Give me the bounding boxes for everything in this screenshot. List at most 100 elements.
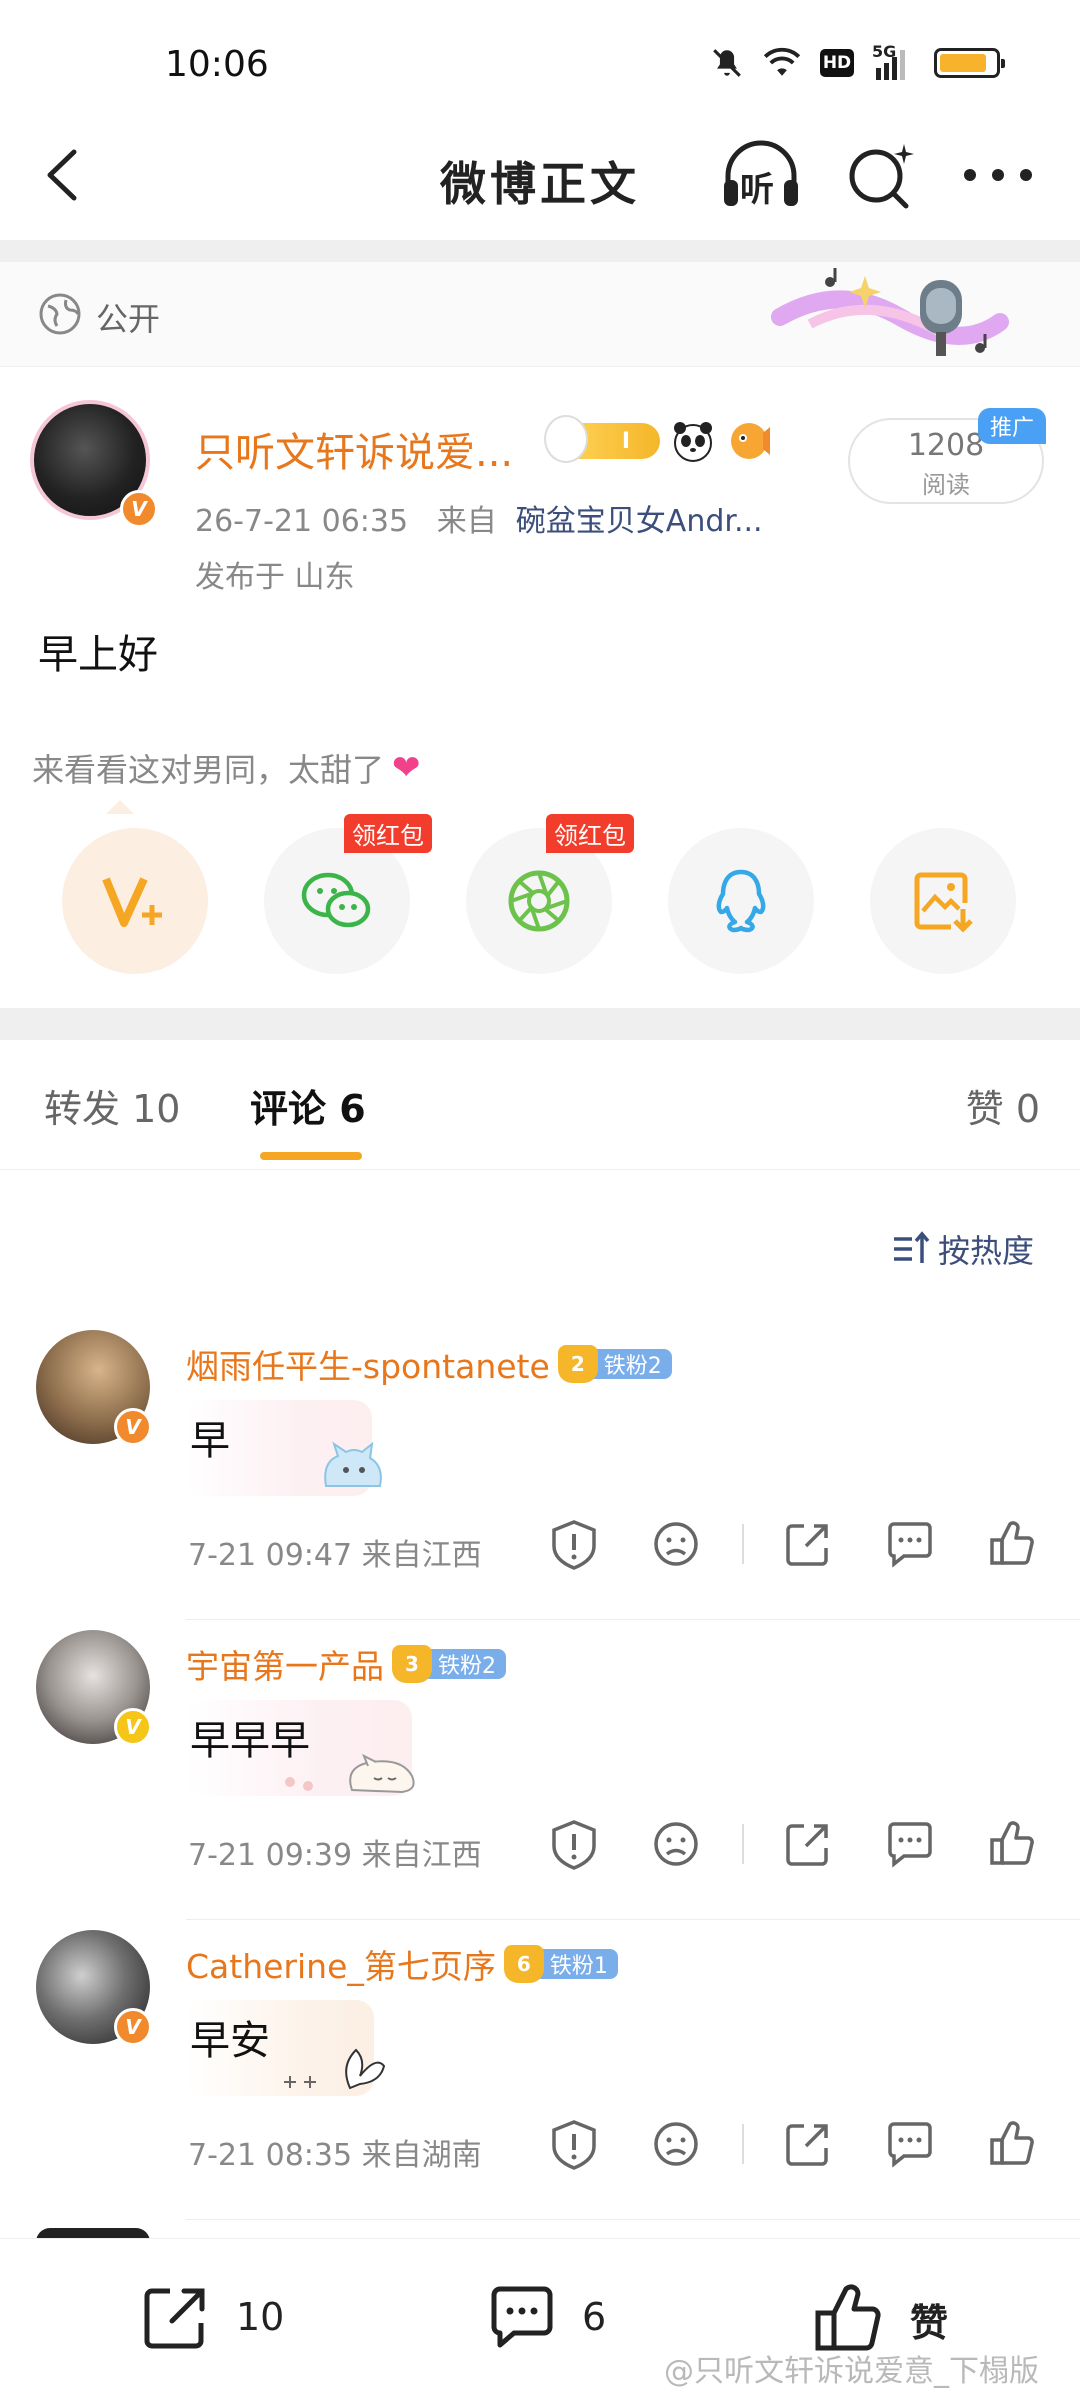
fan-badge: 3 铁粉2 <box>392 1645 506 1683</box>
like-icon[interactable] <box>984 1516 1040 1572</box>
author-emblems: I <box>544 415 772 464</box>
divider <box>742 1824 744 1864</box>
comment-text: 早早早 <box>190 1718 310 1764</box>
comment-avatar[interactable]: V <box>36 1930 152 2046</box>
level-badge: I <box>544 415 660 463</box>
heart-icon: ❤ <box>392 748 421 788</box>
section-divider <box>0 240 1080 262</box>
mute-icon <box>713 49 741 77</box>
repost-icon <box>144 2288 205 2349</box>
comment-divider <box>186 1619 1080 1620</box>
comment-actions <box>546 2116 1046 2176</box>
post-location: 发布于 山东 <box>195 560 355 595</box>
comment-item: V Catherine_第七页序 6 铁粉1 早安 7-21 08:35 来自湖南 <box>0 1930 1080 2220</box>
wifi-icon <box>763 47 801 76</box>
repost-button[interactable]: 10 <box>138 2279 284 2355</box>
wechat-icon <box>301 872 371 928</box>
crown-icon: 2 <box>557 1345 598 1383</box>
verified-badge-icon: V <box>120 490 158 528</box>
fan-badge: 2 铁粉2 <box>557 1345 672 1383</box>
comment-divider <box>186 2219 1080 2220</box>
visibility-row: 公开 <box>0 262 1080 367</box>
like-icon[interactable] <box>984 1816 1040 1872</box>
promo-tag: 推广 <box>978 408 1046 444</box>
butterfly-sticker-icon <box>284 2048 386 2090</box>
tab-repost[interactable]: 转发 10 <box>44 1078 180 1133</box>
comment-avatar[interactable]: V <box>36 1330 152 1446</box>
comment-avatar[interactable]: V <box>36 1630 152 1746</box>
panda-icon <box>670 418 716 464</box>
report-icon[interactable] <box>546 1816 602 1872</box>
vplus-share-button[interactable] <box>62 828 208 974</box>
comment-actions <box>546 1516 1046 1576</box>
tab-comments[interactable]: 评论 6 <box>250 1078 366 1133</box>
vplus-icon <box>102 877 162 927</box>
verified-badge-icon: V <box>114 2008 152 2046</box>
dislike-icon[interactable] <box>648 2116 704 2172</box>
like-icon[interactable] <box>984 2116 1040 2172</box>
reply-icon[interactable] <box>882 2116 938 2172</box>
listen-button[interactable]: 听 <box>718 136 804 212</box>
post-author-avatar[interactable]: V <box>30 400 160 530</box>
report-icon[interactable] <box>546 1516 602 1572</box>
share-icon[interactable] <box>780 2116 836 2172</box>
share-tip: 来看看这对男同，太甜了 ❤ <box>32 748 421 789</box>
comment-divider <box>186 1919 1080 1920</box>
fan-badge: 6 铁粉1 <box>503 1945 618 1983</box>
reply-icon[interactable] <box>882 1816 938 1872</box>
reply-icon[interactable] <box>882 1516 938 1572</box>
comment-meta: 7-21 08:35 来自湖南 <box>188 2138 482 2173</box>
hd-badge: HD <box>820 49 854 77</box>
red-packet-tag: 领红包 <box>344 814 432 853</box>
red-packet-tag: 领红包 <box>546 814 634 853</box>
qq-icon <box>716 869 766 933</box>
comment-button[interactable]: 6 <box>484 2279 606 2355</box>
post-text: 早上好 <box>38 632 158 678</box>
moments-share-button[interactable]: 领红包 <box>466 814 634 974</box>
comment-meta: 7-21 09:47 来自江西 <box>188 1538 482 1573</box>
qq-share-button[interactable] <box>668 828 814 974</box>
comment-icon <box>491 2286 553 2348</box>
verified-badge-icon: V <box>114 1708 152 1746</box>
crown-icon: 6 <box>503 1945 544 1983</box>
section-divider <box>0 1008 1080 1040</box>
sort-button[interactable]: 按热度 <box>892 1226 1034 1272</box>
sort-icon <box>894 1231 930 1263</box>
comment-author[interactable]: 宇宙第一产品 3 铁粉2 <box>186 1640 506 1688</box>
divider <box>742 1524 744 1564</box>
cat-sticker-icon <box>324 1441 382 1487</box>
save-image-button[interactable] <box>870 828 1016 974</box>
dislike-icon[interactable] <box>648 1516 704 1572</box>
dislike-icon[interactable] <box>648 1816 704 1872</box>
comment-item: V 宇宙第一产品 3 铁粉2 早早早 7-21 09:39 来自江西 <box>0 1630 1080 1920</box>
fish-icon <box>726 418 772 464</box>
report-icon[interactable] <box>546 2116 602 2172</box>
status-icons: HD 5G <box>710 42 1005 80</box>
comment-author[interactable]: 烟雨任平生-spontanete 2 铁粉2 <box>186 1340 672 1388</box>
visibility-label: 公开 <box>96 300 161 338</box>
moments-icon <box>508 870 570 932</box>
tab-likes[interactable]: 赞 0 <box>966 1078 1040 1133</box>
wechat-share-button[interactable]: 领红包 <box>264 814 432 974</box>
comment-item: V 烟雨任平生-spontanete 2 铁粉2 早 7-21 09:47 来自江… <box>0 1330 1080 1620</box>
more-icon[interactable] <box>958 140 1038 210</box>
signal-icon: 5G <box>872 42 916 80</box>
comment-text: 早 <box>190 1418 230 1464</box>
search-icon[interactable] <box>842 138 920 214</box>
divider <box>742 2124 744 2164</box>
post-source[interactable]: 碗盆宝贝女Andr... <box>516 504 763 539</box>
tab-indicator <box>260 1152 362 1160</box>
comment-actions <box>546 1816 1046 1876</box>
post-meta: 26-7-21 06:35 来自 碗盆宝贝女Andr... <box>195 504 763 539</box>
battery-icon <box>934 48 1005 78</box>
tip-pointer <box>106 800 134 814</box>
comment-author[interactable]: Catherine_第七页序 6 铁粉1 <box>186 1940 618 1988</box>
nav-bar: 微博正文 听 <box>0 110 1080 240</box>
share-row: 领红包 领红包 <box>0 814 1080 978</box>
save-image-icon <box>914 872 973 933</box>
share-icon[interactable] <box>780 1516 836 1572</box>
post-author-name[interactable]: 只听文轩诉说爱... <box>195 420 513 478</box>
crown-icon: 3 <box>392 1645 432 1683</box>
share-icon[interactable] <box>780 1816 836 1872</box>
microphone-banner-icon <box>771 268 1009 356</box>
